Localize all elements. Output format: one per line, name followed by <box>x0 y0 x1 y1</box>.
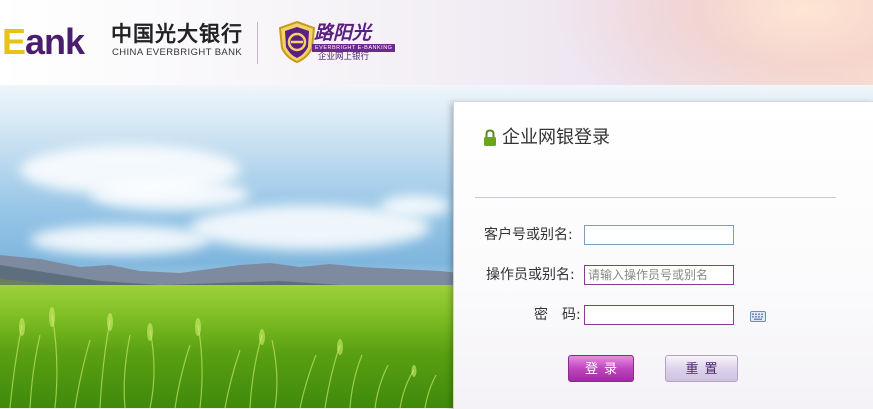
ebank-logo: Eank <box>2 21 85 62</box>
customer-label: 客户号或别名: <box>484 227 573 243</box>
login-title: 企业网银登录 <box>502 127 610 148</box>
customer-id-input[interactable] <box>584 225 734 245</box>
operator-id-input[interactable] <box>584 265 734 285</box>
password-label: 密 码: <box>534 307 581 323</box>
sunlight-subtitle: 企业网上银行 <box>318 52 370 62</box>
sunlight-brand-cn: 路阳光 <box>314 22 372 44</box>
header-divider <box>257 22 258 64</box>
title-divider <box>475 197 836 198</box>
lock-icon <box>484 129 496 146</box>
header-light-flare <box>553 0 873 85</box>
cloud <box>380 195 450 217</box>
ebank-logo-e: E <box>2 21 26 62</box>
keyboard-icon[interactable] <box>750 311 766 322</box>
bank-name-en: CHINA EVERBRIGHT BANK <box>112 47 243 58</box>
sunlight-brand-en: EVERBRIGHT E-BANKING <box>312 44 396 52</box>
login-button[interactable]: 登录 <box>568 355 634 382</box>
ebank-logo-text: ank <box>25 21 85 62</box>
sunlight-shield-icon <box>278 20 316 64</box>
cloud <box>90 180 250 210</box>
bank-name-cn: 中国光大银行 <box>111 22 243 46</box>
login-panel: 企业网银登录 客户号或别名: 操作员或别名: 密 码: 登录 重置 <box>453 101 873 409</box>
operator-label: 操作员或别名: <box>486 267 575 283</box>
reset-button[interactable]: 重置 <box>665 355 738 382</box>
header: Eank 中国光大银行 CHINA EVERBRIGHT BANK 路阳光 EV… <box>0 0 873 85</box>
password-input[interactable] <box>584 305 734 325</box>
